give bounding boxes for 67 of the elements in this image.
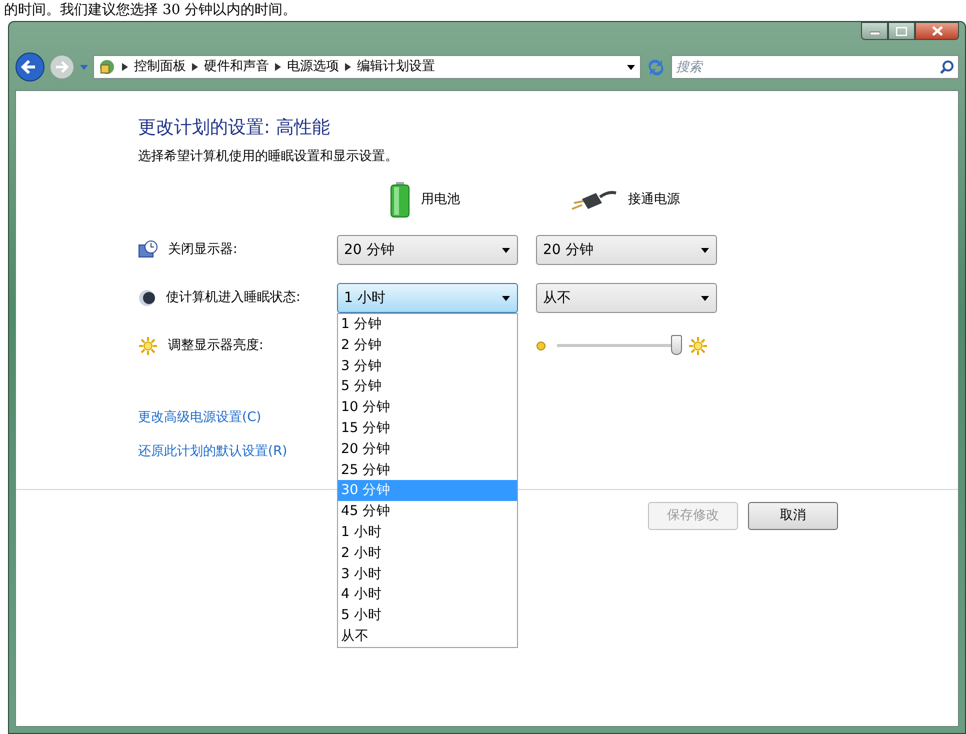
setting-label: 关闭显示器: [168,241,238,260]
caret-icon [501,246,511,254]
settings-link[interactable]: 更改高级电源设置(C) [138,408,262,428]
chevron-icon [345,63,351,71]
dropdown-option[interactable]: 1 小时 [338,522,517,543]
chevron-icon [275,63,281,71]
column-header: 用电池 [421,191,460,210]
maximize-button[interactable] [888,22,915,40]
dropdown[interactable]: 20 分钟 [536,235,717,266]
maximize-icon [896,26,907,36]
setting-label: 使计算机进入睡眠状态: [166,289,300,308]
caret-icon [501,294,511,302]
breadcrumb-link[interactable]: 编辑计划设置 [357,57,435,77]
settings-link[interactable]: 还原此计划的默认设置(R) [138,442,288,462]
caret-icon[interactable] [626,64,636,70]
back-icon[interactable] [15,52,45,82]
dropdown-value: 从不 [543,288,571,308]
search-icon[interactable] [940,60,954,74]
dropdown-option[interactable]: 2 分钟 [338,334,517,356]
dropdown-option[interactable]: 从不 [338,626,517,647]
dropdown-option[interactable]: 10 分钟 [338,397,517,418]
sun-icon [688,336,708,356]
dropdown[interactable]: 从不 [536,283,717,314]
sun-icon [138,336,158,356]
plug-icon [570,189,618,212]
dropdown-value: 20 分钟 [543,240,594,260]
slider-thumb[interactable] [671,335,682,356]
dropdown-option[interactable]: 20 分钟 [338,438,517,460]
dropdown-option[interactable]: 5 分钟 [338,376,517,398]
breadcrumb-link[interactable]: 电源选项 [287,57,339,77]
dropdown-option[interactable]: 3 分钟 [338,356,517,376]
dropdown-option[interactable]: 25 分钟 [338,460,517,480]
dropdown-option[interactable]: 45 分钟 [338,501,517,522]
dropdown-value: 20 分钟 [344,240,394,260]
dropdown-option[interactable]: 4 小时 [338,584,517,606]
dropdown-option[interactable]: 1 分钟 [338,314,517,335]
dropdown-option[interactable]: 5 小时 [338,605,517,626]
dropdown-option[interactable]: 2 小时 [338,542,517,564]
minimize-button[interactable] [861,22,888,40]
caret-icon [700,294,710,302]
battery-icon [389,181,411,220]
close-icon [932,26,942,36]
control-panel-icon [98,58,116,76]
dropdown-option[interactable]: 15 分钟 [338,418,517,439]
dropdown-option[interactable]: 3 小时 [338,564,517,584]
caption-text: 的时间。我们建议您选择 30 分钟以内的时间。 [3,1,297,20]
dim-sun-icon [536,341,546,352]
address-bar[interactable]: 控制面板 硬件和声音 电源选项 编辑计划设置 [93,55,641,79]
dropdown-value: 1 小时 [344,288,386,308]
forward-icon[interactable] [49,54,75,80]
moon-icon [138,289,156,308]
column-header: 接通电源 [628,191,680,210]
breadcrumb-link[interactable]: 硬件和声音 [204,57,269,77]
search-box[interactable]: 搜索 [671,55,959,79]
chevron-icon [122,63,128,71]
chevron-icon [192,63,198,71]
dialog-button[interactable]: 取消 [748,502,838,530]
setting-label: 调整显示器亮度: [168,337,264,356]
breadcrumb-link[interactable]: 控制面板 [134,57,186,77]
monitor-clock-icon [138,240,158,260]
dropdown[interactable]: 20 分钟 [337,235,518,266]
page-heading: 更改计划的设置: 高性能 [138,117,331,139]
subtitle-text: 选择希望计算机使用的睡眠设置和显示设置。 [138,148,399,166]
brightness-slider[interactable] [554,335,680,358]
dropdown[interactable]: 1 小时 [337,283,518,314]
close-button[interactable] [915,22,959,40]
caret-icon [700,246,710,254]
